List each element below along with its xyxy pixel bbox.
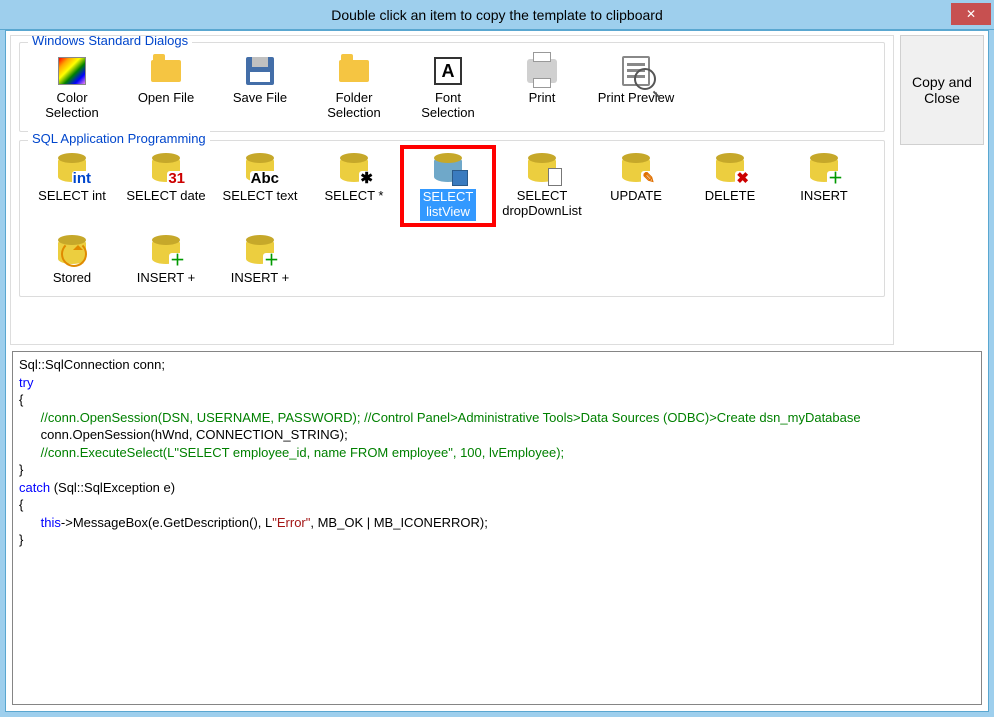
group-items: int SELECT int 31 SELECT date Abc SELECT text…	[20, 145, 884, 296]
template-item-label: UPDATE	[610, 189, 662, 204]
group-title: SQL Application Programming	[28, 131, 210, 146]
template-item-font[interactable]: AFont Selection	[404, 51, 492, 123]
database-listview-icon	[430, 151, 466, 187]
group-title: Windows Standard Dialogs	[28, 35, 192, 48]
template-item-insertp1[interactable]: ＋ INSERT +	[122, 231, 210, 288]
window-title: Double click an item to copy the templat…	[0, 7, 994, 23]
template-item-sel-int[interactable]: int SELECT int	[28, 149, 116, 223]
code-line: (Sql::SqlException e)	[50, 480, 175, 495]
code-preview[interactable]: Sql::SqlConnection conn; try { //conn.Op…	[12, 351, 982, 705]
code-line: }	[19, 532, 23, 547]
template-item-preview[interactable]: Print Preview	[592, 51, 680, 123]
code-line: conn.OpenSession(hWnd, CONNECTION_STRING…	[19, 427, 348, 442]
code-comment: //conn.OpenSession(DSN, USERNAME, PASSWO…	[19, 410, 861, 425]
template-item-color[interactable]: Color Selection	[28, 51, 116, 123]
template-item-label: INSERT +	[231, 271, 289, 286]
code-line: Sql::SqlConnection conn;	[19, 357, 165, 372]
template-item-label: SELECT text	[223, 189, 298, 204]
template-item-label: Print	[529, 91, 556, 106]
titlebar: Double click an item to copy the templat…	[0, 0, 994, 30]
template-item-update[interactable]: ✎ UPDATE	[592, 149, 680, 223]
code-line: {	[19, 392, 23, 407]
folder-icon	[148, 53, 184, 89]
template-item-sel-star[interactable]: ✱ SELECT *	[310, 149, 398, 223]
template-item-label: INSERT +	[137, 271, 195, 286]
color-icon	[54, 53, 90, 89]
template-item-stored[interactable]: Stored	[28, 231, 116, 288]
database-icon: ＋	[148, 233, 184, 269]
template-item-label: SELECT *	[324, 189, 383, 204]
code-line: }	[19, 462, 23, 477]
template-item-label: Open File	[138, 91, 194, 106]
save-icon	[242, 53, 278, 89]
code-comment: //conn.ExecuteSelect(L"SELECT employee_i…	[19, 445, 564, 460]
template-item-open[interactable]: Open File	[122, 51, 210, 123]
template-list-scrollpane[interactable]: Windows Standard Dialogs Color Selection O…	[10, 35, 894, 345]
template-item-sel-dd[interactable]: SELECT dropDownList	[498, 149, 586, 223]
copy-and-close-button[interactable]: Copy and Close	[900, 35, 984, 145]
code-keyword: this	[41, 515, 61, 530]
template-item-label: Folder Selection	[327, 91, 380, 121]
database-icon: ＋	[242, 233, 278, 269]
printer-icon	[524, 53, 560, 89]
code-line: {	[19, 497, 23, 512]
template-item-save[interactable]: Save File	[216, 51, 304, 123]
group-std: Windows Standard DialogsColor SelectionO…	[19, 42, 885, 132]
database-icon: 31	[148, 151, 184, 187]
code-keyword: try	[19, 375, 33, 390]
database-icon: ✎	[618, 151, 654, 187]
database-icon: Abc	[242, 151, 278, 187]
code-line: , MB_OK | MB_ICONERROR);	[310, 515, 487, 530]
template-item-label: SELECT int	[38, 189, 106, 204]
database-dropdown-icon	[524, 151, 560, 187]
template-item-sel-date[interactable]: 31 SELECT date	[122, 149, 210, 223]
template-item-insertp2[interactable]: ＋ INSERT +	[216, 231, 304, 288]
template-item-label: SELECT dropDownList	[502, 189, 582, 219]
template-item-label: Color Selection	[45, 91, 98, 121]
template-item-folder[interactable]: Folder Selection	[310, 51, 398, 123]
template-item-label: Save File	[233, 91, 287, 106]
template-item-label: Print Preview	[598, 91, 675, 106]
template-item-label: SELECT listView	[420, 189, 477, 221]
template-item-sel-lv[interactable]: SELECT listView	[404, 149, 492, 223]
database-refresh-icon	[54, 233, 90, 269]
database-icon: ✖	[712, 151, 748, 187]
template-item-label: Stored	[53, 271, 91, 286]
template-item-label: DELETE	[705, 189, 756, 204]
close-button[interactable]: ✕	[951, 3, 991, 25]
template-item-sel-text[interactable]: Abc SELECT text	[216, 149, 304, 223]
database-icon: ✱	[336, 151, 372, 187]
database-icon: ＋	[806, 151, 842, 187]
code-line: ->MessageBox(e.GetDescription(), L	[61, 515, 272, 530]
print-preview-icon	[618, 53, 654, 89]
template-item-label: SELECT date	[126, 189, 205, 204]
template-item-delete[interactable]: ✖ DELETE	[686, 149, 774, 223]
database-icon: int	[54, 151, 90, 187]
code-string: "Error"	[272, 515, 310, 530]
template-item-label: INSERT	[800, 189, 847, 204]
template-item-label: Font Selection	[421, 91, 474, 121]
folder-icon	[336, 53, 372, 89]
code-keyword: catch	[19, 480, 50, 495]
template-item-print[interactable]: Print	[498, 51, 586, 123]
font-icon: A	[430, 53, 466, 89]
group-sql: SQL Application ProgrammingintSELECT int…	[19, 140, 885, 297]
template-item-insert[interactable]: ＋ INSERT	[780, 149, 868, 223]
content-area: Windows Standard Dialogs Color Selection O…	[5, 30, 989, 712]
group-items: Color Selection Open File Save File Folder …	[20, 47, 884, 131]
